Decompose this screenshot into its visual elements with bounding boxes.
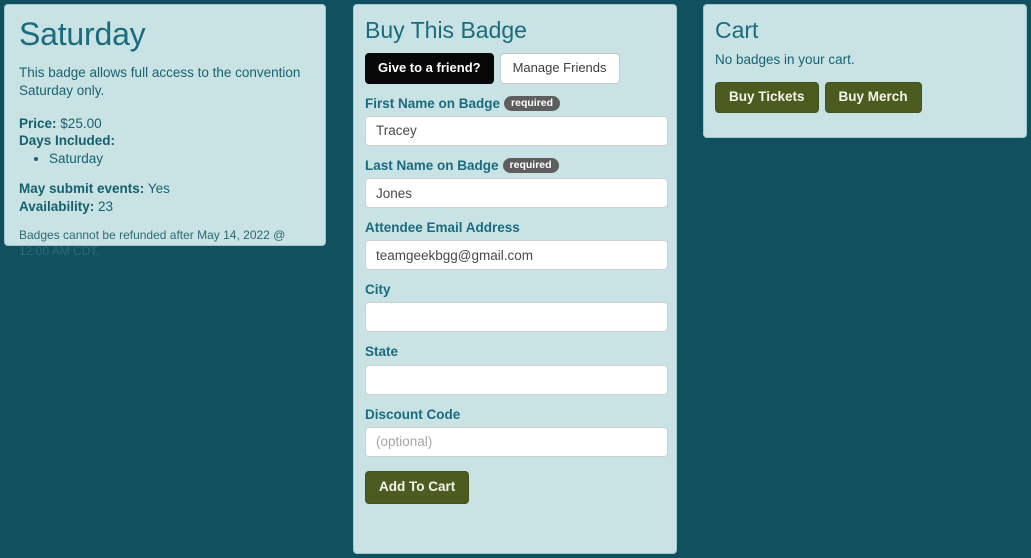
badge-price-row: Price: $25.00 <box>19 115 311 133</box>
email-field-group: Attendee Email Address <box>365 220 668 271</box>
last-name-field-group: Last Name on Badge required <box>365 157 668 209</box>
first-name-field-group: First Name on Badge required <box>365 95 668 146</box>
city-label: City <box>365 282 391 298</box>
badge-may-submit-row: May submit events: Yes <box>19 180 311 198</box>
manage-friends-button[interactable]: Manage Friends <box>499 53 620 84</box>
list-item: Saturday <box>49 150 311 168</box>
last-name-label: Last Name on Badge required <box>365 157 665 174</box>
badge-may-submit-label: May submit events: <box>19 181 145 197</box>
refund-notice: Badges cannot be refunded after May 14, … <box>19 228 286 259</box>
first-name-input[interactable] <box>365 115 668 146</box>
badge-days-list: Saturday <box>19 150 311 168</box>
discount-code-input[interactable] <box>365 426 668 457</box>
badge-days-row: Days Included: <box>19 132 311 150</box>
required-badge: required <box>504 95 561 112</box>
badge-description: This badge allows full access to the con… <box>19 65 301 99</box>
friend-button-row: Give to a friend? Manage Friends <box>365 53 665 84</box>
discount-code-field-group: Discount Code <box>365 406 668 457</box>
email-field[interactable] <box>365 240 668 271</box>
badge-price-value: $25.00 <box>60 115 102 131</box>
buy-panel-title: Buy This Badge <box>365 17 527 43</box>
discount-code-label: Discount Code <box>365 406 461 422</box>
cart-empty-message: No badges in your cart. <box>715 52 855 68</box>
last-name-label-text: Last Name on Badge <box>365 157 499 173</box>
state-label: State <box>365 344 399 360</box>
city-field-group: City <box>365 282 668 333</box>
buy-tickets-button[interactable]: Buy Tickets <box>715 81 819 113</box>
required-badge: required <box>502 157 559 174</box>
badge-availability-label: Availability: <box>19 199 95 215</box>
cart-button-row: Buy Tickets Buy Merch <box>715 81 1015 113</box>
badge-days-label: Days Included: <box>19 133 116 149</box>
last-name-input[interactable] <box>365 178 668 209</box>
badge-may-submit-value: Yes <box>147 181 170 197</box>
first-name-label: First Name on Badge required <box>365 95 665 112</box>
badge-price-label: Price: <box>19 115 57 131</box>
cart-title: Cart <box>715 17 759 43</box>
city-input[interactable] <box>365 302 668 333</box>
cart-panel: Cart No badges in your cart. Buy Tickets… <box>703 4 1027 138</box>
state-input[interactable] <box>365 364 668 395</box>
badge-title: Saturday <box>19 16 146 52</box>
add-to-cart-button[interactable]: Add To Cart <box>365 470 470 504</box>
buy-merch-button[interactable]: Buy Merch <box>824 81 922 113</box>
badge-availability-row: Availability: 23 <box>19 198 311 216</box>
buy-badge-panel: Buy This Badge Give to a friend? Manage … <box>353 4 677 554</box>
badge-price-days-block: Price: $25.00 Days Included: Saturday <box>19 115 311 169</box>
badge-availability-value: 23 <box>98 199 114 215</box>
give-to-a-friend-button[interactable]: Give to a friend? <box>365 53 494 84</box>
first-name-label-text: First Name on Badge <box>365 95 501 111</box>
badge-meta-block: May submit events: Yes Availability: 23 <box>19 180 311 216</box>
badge-detail-card: Saturday This badge allows full access t… <box>4 4 326 258</box>
state-field-group: State <box>365 344 668 395</box>
email-label: Attendee Email Address <box>365 220 520 236</box>
